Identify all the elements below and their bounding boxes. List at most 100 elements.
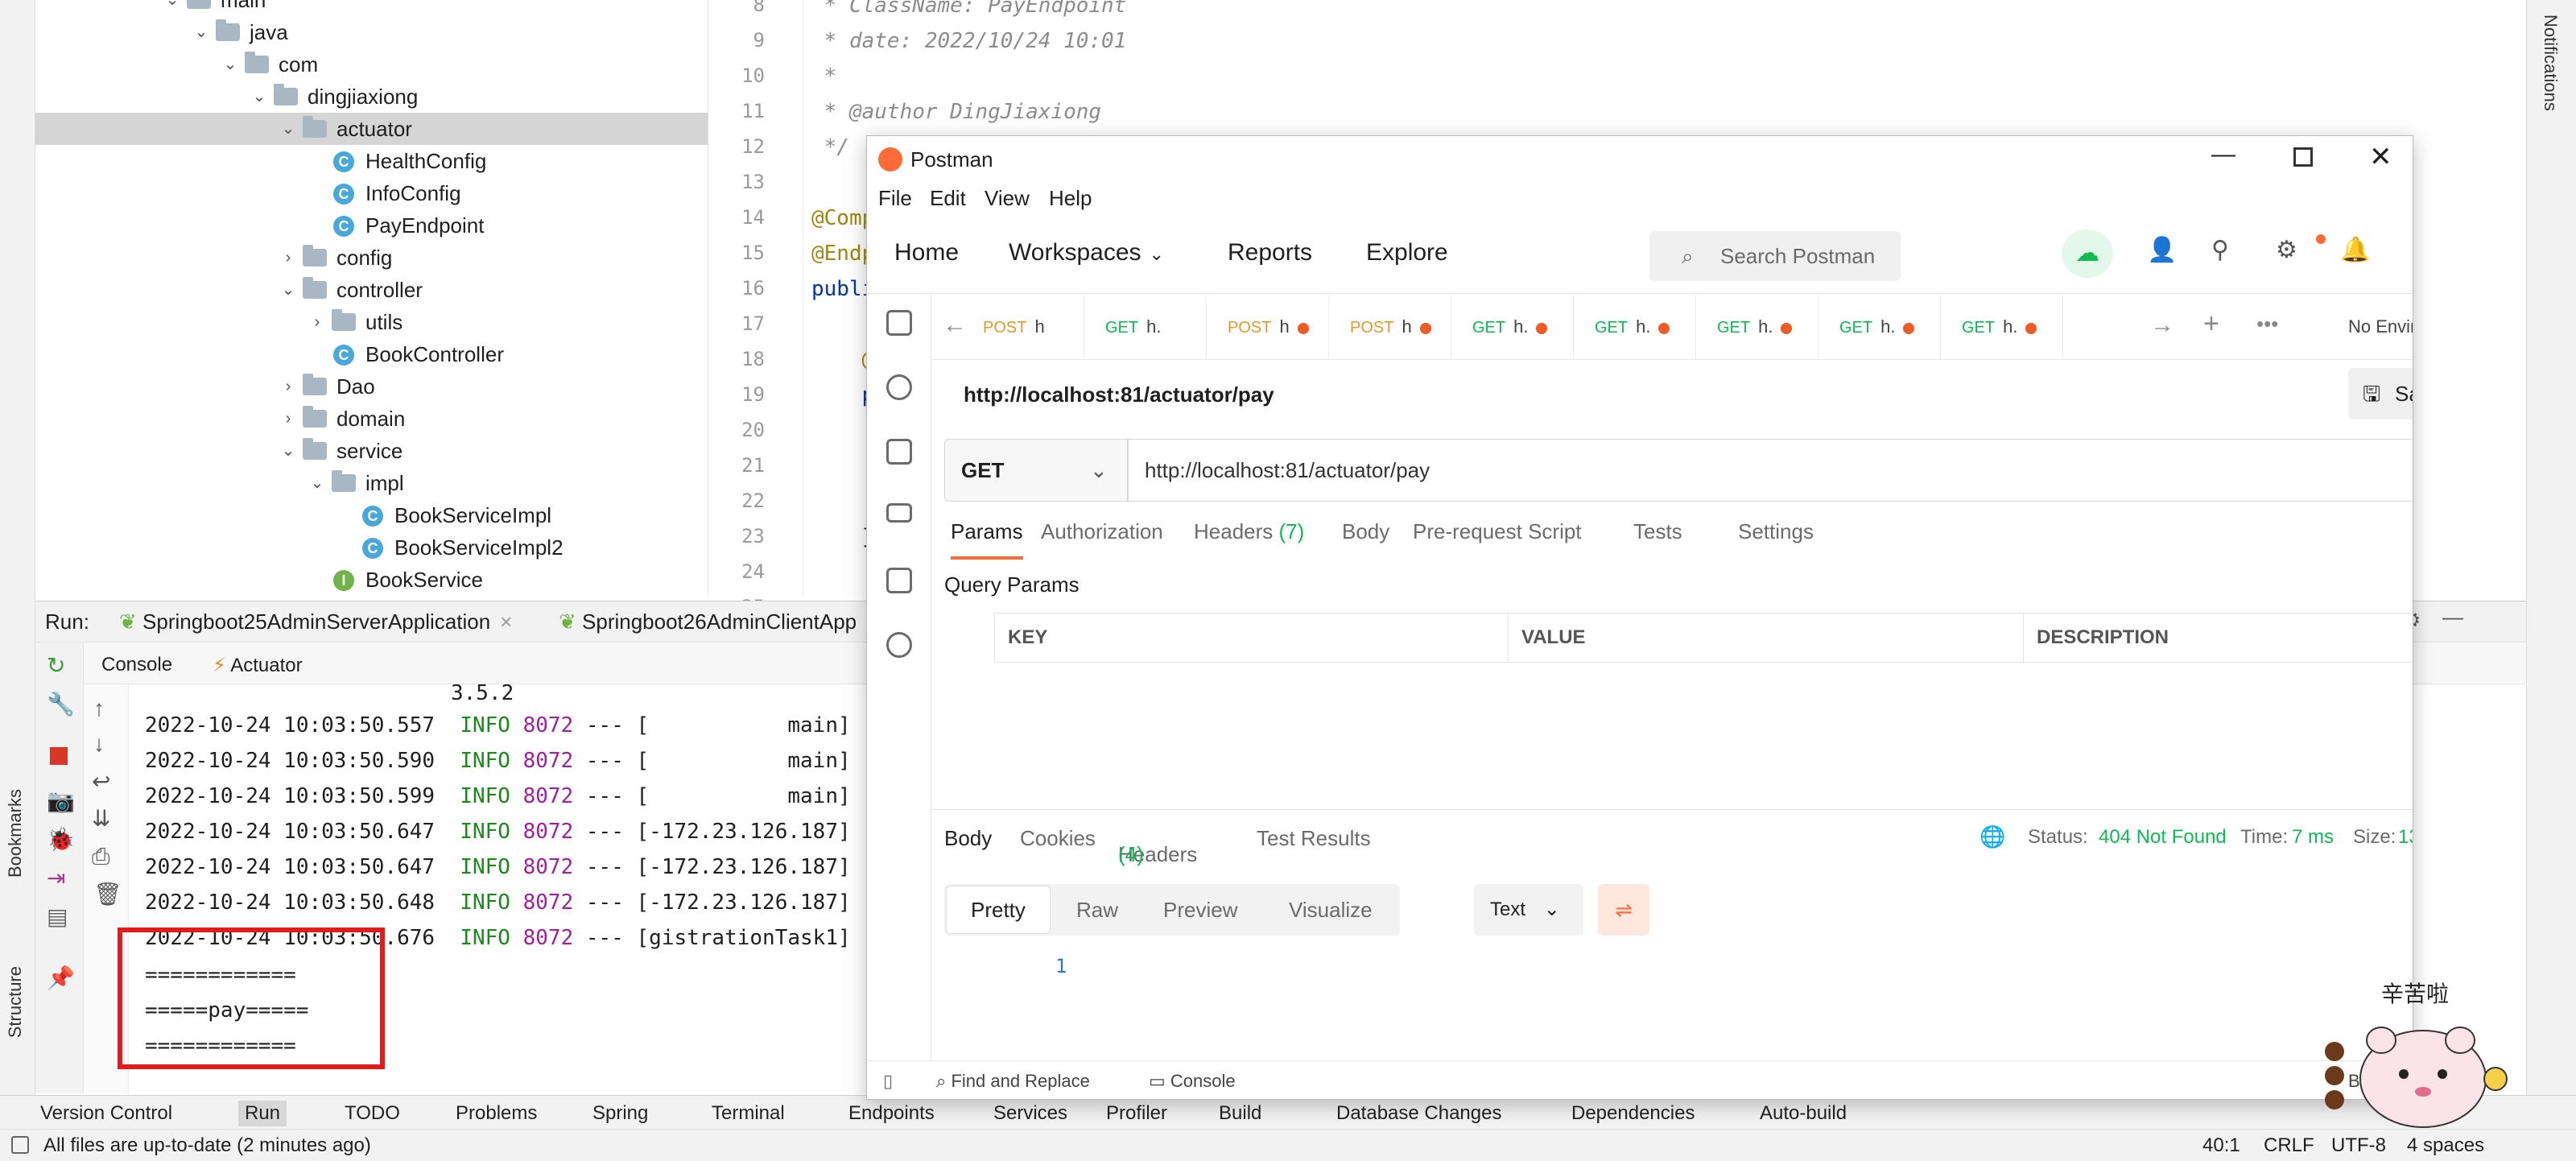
minimize-icon[interactable]: — bbox=[2211, 141, 2235, 168]
tree-item[interactable]: C HealthConfig bbox=[35, 145, 708, 177]
scroll-up-icon[interactable]: ↑ bbox=[93, 696, 105, 721]
format-select[interactable]: Text ⌄ bbox=[1474, 884, 1583, 936]
tool-tab[interactable]: Terminal bbox=[712, 1101, 785, 1126]
tab-actuator[interactable]: ⚡ Actuator bbox=[213, 654, 303, 677]
chevron-down-icon[interactable]: ⌄ bbox=[309, 467, 325, 499]
request-tab[interactable]: GET h. bbox=[1086, 294, 1207, 360]
soft-wrap-icon[interactable]: ↩ bbox=[92, 768, 110, 795]
resp-tab-tests[interactable]: Test Results bbox=[1257, 826, 1371, 851]
nav-explore[interactable]: Explore bbox=[1366, 239, 1448, 266]
chevron-down-icon[interactable]: ⌄ bbox=[164, 0, 180, 16]
bookmarks-tab[interactable]: Bookmarks bbox=[5, 789, 26, 878]
settings-icon[interactable]: ⚙ bbox=[2276, 236, 2297, 264]
menu-help[interactable]: Help bbox=[1049, 186, 1092, 211]
view-pretty[interactable]: Pretty bbox=[946, 886, 1051, 934]
tree-item[interactable]: ⌄ impl bbox=[35, 467, 708, 499]
tab-pre-request-script[interactable]: Pre-request Script bbox=[1413, 519, 1582, 544]
tree-item[interactable]: C PayEndpoint bbox=[35, 209, 708, 242]
scroll-to-end-icon[interactable]: ⇊ bbox=[92, 805, 110, 832]
wrench-icon[interactable]: 🔧 bbox=[47, 691, 75, 717]
tool-tab[interactable]: Spring bbox=[592, 1101, 648, 1126]
tree-item[interactable]: C BookController bbox=[35, 338, 708, 370]
resp-tab-body[interactable]: Body bbox=[944, 826, 992, 851]
bell-icon[interactable]: 🔔 bbox=[2340, 236, 2370, 264]
request-tab[interactable]: GET h. bbox=[1820, 294, 1941, 360]
tree-item[interactable]: › Dao bbox=[35, 370, 708, 403]
satellite-icon[interactable]: ⚲ bbox=[2211, 236, 2229, 264]
tab-headers[interactable]: Headers (7) bbox=[1194, 519, 1304, 544]
caret-position[interactable]: 40:1 bbox=[2202, 1134, 2240, 1157]
stop-icon[interactable] bbox=[50, 747, 68, 765]
tool-tab[interactable]: Services bbox=[993, 1101, 1067, 1126]
camera-icon[interactable]: 📷 bbox=[47, 787, 75, 814]
tab-params[interactable]: Params bbox=[951, 519, 1023, 560]
chevron-right-icon[interactable]: › bbox=[280, 242, 296, 274]
apis-icon[interactable] bbox=[886, 374, 912, 400]
tree-item[interactable]: C BookServiceImpl bbox=[35, 499, 708, 531]
url-input[interactable]: http://localhost:81/actuator/pay bbox=[1128, 439, 2413, 502]
tree-item[interactable]: ⌄ java bbox=[35, 16, 708, 48]
tool-tab[interactable]: Problems bbox=[456, 1101, 537, 1126]
tab-tests[interactable]: Tests bbox=[1633, 519, 1682, 544]
save-button[interactable]: 🖫 Save bbox=[2348, 368, 2413, 419]
exit-icon[interactable]: ⇥ bbox=[47, 865, 65, 891]
request-tab[interactable]: POST h bbox=[964, 294, 1084, 360]
tool-tab[interactable]: Dependencies bbox=[1571, 1101, 1695, 1126]
history-icon[interactable] bbox=[886, 632, 912, 658]
line-separator[interactable]: CRLF bbox=[2264, 1134, 2314, 1157]
invite-user-icon[interactable]: 👤 bbox=[2147, 236, 2177, 264]
resp-tab-cookies[interactable]: Cookies bbox=[1020, 826, 1096, 851]
search-input[interactable]: ⌕ Search Postman bbox=[1649, 231, 1901, 281]
new-tab-icon[interactable]: + bbox=[2203, 308, 2219, 340]
trash-icon[interactable]: 🗑 bbox=[93, 881, 122, 907]
pin-icon[interactable]: 📌 bbox=[47, 965, 75, 991]
tree-item[interactable]: ⌄ dingjiaxiong bbox=[35, 81, 708, 113]
tool-tab[interactable]: TODO bbox=[345, 1101, 400, 1126]
sync-cloud-icon[interactable]: ☁ bbox=[2062, 229, 2113, 278]
debug-icon[interactable]: 🐞 bbox=[47, 826, 75, 853]
tree-item[interactable]: › utils bbox=[35, 306, 708, 338]
find-replace-button[interactable]: ⌕ Find and Replace bbox=[936, 1071, 1090, 1092]
monitors-icon[interactable] bbox=[886, 568, 912, 593]
chevron-down-icon[interactable]: ⌄ bbox=[222, 48, 238, 81]
request-title[interactable]: http://localhost:81/actuator/pay bbox=[964, 382, 1274, 407]
close-icon[interactable]: × bbox=[500, 609, 512, 634]
tree-item[interactable]: ⌄ main bbox=[35, 0, 708, 16]
environments-icon[interactable] bbox=[886, 439, 912, 465]
chevron-down-icon[interactable]: ⌄ bbox=[280, 274, 296, 306]
chevron-down-icon[interactable]: ⌄ bbox=[280, 113, 296, 145]
chevron-right-icon[interactable]: › bbox=[280, 370, 296, 403]
request-tab[interactable]: GET h. bbox=[1575, 294, 1696, 360]
view-preview[interactable]: Preview bbox=[1163, 884, 1237, 936]
nav-reports[interactable]: Reports bbox=[1228, 239, 1312, 266]
scroll-down-icon[interactable]: ↓ bbox=[93, 731, 105, 757]
tree-item[interactable]: ⌄ com bbox=[35, 48, 708, 81]
tool-tab[interactable]: Build bbox=[1219, 1101, 1261, 1126]
tree-item[interactable]: › config bbox=[35, 242, 708, 274]
tab-console[interactable]: Console bbox=[101, 654, 172, 676]
view-visualize[interactable]: Visualize bbox=[1289, 884, 1373, 936]
chevron-down-icon[interactable]: ⌄ bbox=[193, 16, 209, 48]
tree-item[interactable]: ⌄ service bbox=[35, 435, 708, 467]
close-window-icon[interactable]: ✕ bbox=[2369, 141, 2392, 173]
menu-file[interactable]: File bbox=[878, 186, 912, 211]
chevron-right-icon[interactable]: › bbox=[309, 306, 325, 338]
menu-edit[interactable]: Edit bbox=[930, 186, 966, 211]
request-tab[interactable]: GET h. bbox=[1453, 294, 1574, 360]
sidebar-toggle-icon[interactable]: ▯ bbox=[883, 1071, 893, 1092]
tree-item[interactable]: ⌄ actuator bbox=[35, 113, 708, 145]
menu-view[interactable]: View bbox=[985, 186, 1030, 211]
nav-workspaces[interactable]: Workspaces ⌄ bbox=[1009, 239, 1164, 266]
forward-arrow-icon[interactable]: → bbox=[2150, 312, 2174, 339]
tool-tab[interactable]: Run bbox=[238, 1101, 287, 1126]
request-tab[interactable]: GET h. bbox=[1942, 294, 2063, 360]
tree-item[interactable]: C InfoConfig bbox=[35, 177, 708, 209]
file-encoding[interactable]: UTF-8 bbox=[2331, 1134, 2386, 1157]
chevron-right-icon[interactable]: › bbox=[280, 403, 296, 435]
tree-item[interactable]: C BookServiceImpl2 bbox=[35, 531, 708, 564]
tool-tab[interactable]: Profiler bbox=[1106, 1101, 1167, 1126]
tool-tab[interactable]: Database Changes bbox=[1336, 1101, 1501, 1126]
collections-icon[interactable] bbox=[886, 310, 912, 336]
request-tab[interactable]: POST h bbox=[1331, 294, 1451, 360]
tool-tab[interactable]: Version Control bbox=[40, 1101, 172, 1126]
